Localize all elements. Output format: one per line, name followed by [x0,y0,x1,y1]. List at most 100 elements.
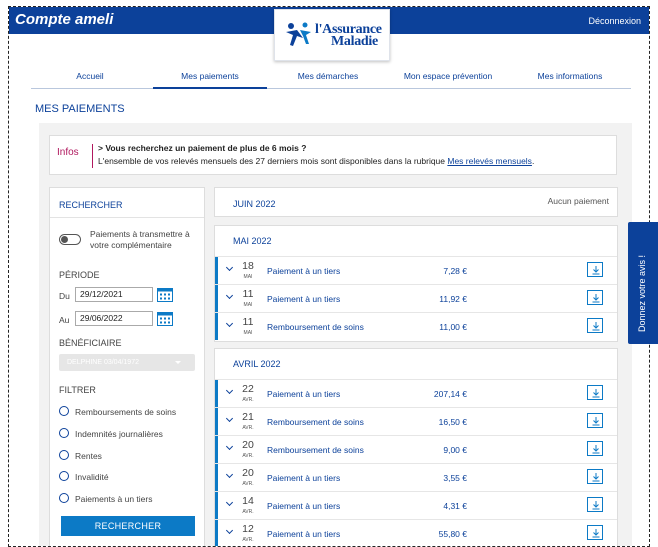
toggle-label: Paiements à transmettre à votre compléme… [90,229,190,250]
chevron-down-icon[interactable] [225,414,234,423]
nav-espace-prevention[interactable]: Mon espace prévention [389,69,507,89]
filter-radio-tiers[interactable] [59,493,69,503]
payment-day: 20 [242,439,254,451]
payment-label[interactable]: Paiement à un tiers [267,529,340,539]
table-row[interactable]: 21 AVR. Remboursement de soins 16,50 € [215,407,617,435]
logout-link[interactable]: Déconnexion [588,16,641,26]
filter-label-rentes: Rentes [75,451,102,461]
download-icon[interactable] [587,318,603,333]
month-card-avril: AVRIL 2022 22 AVR. Paiement à un tiers 2… [214,348,618,546]
filter-radio-rentes[interactable] [59,450,69,460]
download-icon[interactable] [587,262,603,277]
info-description: L'ensemble de vos relevés mensuels des 2… [98,156,534,166]
date-to-input[interactable]: 29/06/2022 [75,311,153,326]
payment-label[interactable]: Paiement à un tiers [267,501,340,511]
filter-label-tiers: Paiements à un tiers [75,494,153,504]
chevron-down-icon[interactable] [225,386,234,395]
period-label: PÉRIODE [59,270,100,280]
chevron-down-icon[interactable] [225,263,234,272]
download-icon[interactable] [587,413,603,428]
feedback-tab[interactable]: Donnez votre avis ! [628,222,658,344]
chevron-down-icon[interactable] [225,526,234,535]
logo-line-2: Maladie [331,34,378,49]
chevron-down-icon[interactable] [225,442,234,451]
filter-radio-indemnites[interactable] [59,428,69,438]
payment-month: AVR. [242,509,254,515]
brand-title[interactable]: Compte ameli [15,11,113,28]
payment-label[interactable]: Paiement à un tiers [267,473,340,483]
payment-month: AVR. [242,397,254,403]
download-icon[interactable] [587,469,603,484]
payment-day: 11 [242,288,254,300]
payment-amount: 11,92 € [439,294,467,304]
no-payment-note: Aucun paiement [547,196,609,206]
complementaire-toggle[interactable] [59,234,81,245]
calendar-icon[interactable] [157,311,173,326]
download-icon[interactable] [587,525,603,540]
month-title: MAI 2022 [233,236,272,246]
releves-mensuels-link[interactable]: Mes relevés mensuels [447,156,532,166]
payment-label[interactable]: Paiement à un tiers [267,266,340,276]
payment-label[interactable]: Paiement à un tiers [267,294,340,304]
download-icon[interactable] [587,290,603,305]
payment-month: AVR. [242,453,254,459]
chevron-down-icon[interactable] [225,291,234,300]
payment-amount: 4,31 € [443,501,467,511]
table-row[interactable]: 14 AVR. Paiement à un tiers 4,31 € [215,491,617,519]
filter-radio-invalidite[interactable] [59,471,69,481]
table-row[interactable]: 11 MAI Paiement à un tiers 11,92 € [215,284,617,312]
nav-mes-informations[interactable]: Mes informations [511,69,629,89]
feedback-label: Donnez votre avis ! [637,254,647,332]
payment-month: AVR. [242,537,254,543]
payment-day: 12 [242,523,254,535]
payment-month: MAI [243,330,253,336]
month-card-mai: MAI 2022 18 MAI Paiement à un tiers 7,28… [214,225,618,342]
payment-label[interactable]: Remboursement de soins [267,445,364,455]
info-separator [92,144,93,168]
payment-amount: 7,28 € [443,266,467,276]
search-button[interactable]: RECHERCHER [61,516,195,536]
table-row[interactable]: 20 AVR. Remboursement de soins 9,00 € [215,435,617,463]
assurance-maladie-logo[interactable]: l'Assurance Maladie [274,9,390,61]
table-row[interactable]: 12 AVR. Paiement à un tiers 55,80 € [215,519,617,546]
beneficiary-select[interactable]: DELPHINE 03/04/1972 [59,354,195,371]
payment-amount: 207,14 € [433,389,467,399]
download-icon[interactable] [587,385,603,400]
payment-label[interactable]: Remboursement de soins [267,417,364,427]
chevron-down-icon[interactable] [225,319,234,328]
download-icon[interactable] [587,441,603,456]
payment-month: AVR. [242,481,254,487]
table-row[interactable]: 22 AVR. Paiement à un tiers 207,14 € [215,379,617,407]
filter-radio-remboursements[interactable] [59,406,69,416]
nav-accueil[interactable]: Accueil [31,69,149,89]
info-label: Infos [57,147,79,158]
payment-amount: 3,55 € [443,473,467,483]
chevron-down-icon[interactable] [225,498,234,507]
beneficiary-label: BÉNÉFICIAIRE [59,338,122,348]
filter-label: FILTRER [59,385,96,395]
payment-amount: 55,80 € [438,529,467,539]
filter-label-invalidite: Invalidité [75,472,109,482]
nav-mes-demarches[interactable]: Mes démarches [271,69,385,89]
beneficiary-value: DELPHINE 03/04/1972 [67,359,139,366]
main-nav: Accueil Mes paiements Mes démarches Mon … [31,69,631,89]
chevron-down-icon [175,361,181,364]
info-title: > Vous recherchez un paiement de plus de… [98,143,307,153]
calendar-icon[interactable] [157,287,173,302]
nav-mes-paiements[interactable]: Mes paiements [153,69,267,89]
filter-label-indemnites: Indemnités journalières [75,429,163,439]
table-row[interactable]: 18 MAI Paiement à un tiers 7,28 € [215,256,617,284]
date-from-input[interactable]: 29/12/2021 [75,287,153,302]
info-banner: Infos > Vous recherchez un paiement de p… [49,135,617,175]
download-icon[interactable] [587,497,603,512]
payment-amount: 16,50 € [438,417,467,427]
payment-label[interactable]: Remboursement de soins [267,322,364,332]
payment-month: AVR. [242,425,254,431]
payment-label[interactable]: Paiement à un tiers [267,389,340,399]
page-frame: Compte ameli Déconnexion l'Assurance Mal… [8,6,650,547]
payment-amount: 9,00 € [443,445,467,455]
chevron-down-icon[interactable] [225,470,234,479]
table-row[interactable]: 20 AVR. Paiement à un tiers 3,55 € [215,463,617,491]
search-title: RECHERCHER [59,200,123,210]
table-row[interactable]: 11 MAI Remboursement de soins 11,00 € [215,312,617,340]
